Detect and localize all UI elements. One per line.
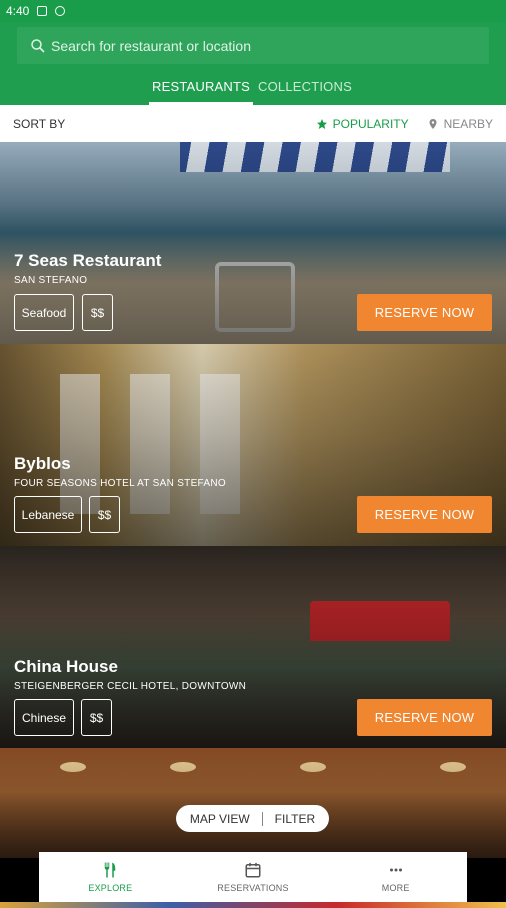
restaurant-card[interactable]: Byblos FOUR SEASONS HOTEL AT SAN STEFANO… <box>0 344 506 546</box>
reserve-now-button[interactable]: RESERVE NOW <box>357 294 492 331</box>
background-photo-strip <box>0 902 506 908</box>
nav-more[interactable]: MORE <box>324 852 467 902</box>
price-tag: $$ <box>89 496 120 533</box>
search-icon <box>31 38 45 53</box>
reserve-now-button[interactable]: RESERVE NOW <box>357 496 492 533</box>
sort-bar: SORT BY POPULARITY NEARBY <box>0 105 506 142</box>
nav-explore-label: EXPLORE <box>88 883 133 893</box>
search-input[interactable]: Search for restaurant or location <box>17 27 489 64</box>
cuisine-tag[interactable]: Lebanese <box>14 496 82 533</box>
shield-icon <box>55 6 66 16</box>
restaurant-name: 7 Seas Restaurant <box>14 251 162 270</box>
nav-explore[interactable]: EXPLORE <box>39 852 182 902</box>
search-placeholder: Search for restaurant or location <box>51 37 251 54</box>
nav-reservations-label: RESERVATIONS <box>217 883 289 893</box>
restaurant-name: Byblos <box>14 454 71 473</box>
price-tag: $$ <box>82 294 113 331</box>
sort-nearby-label: NEARBY <box>443 116 493 131</box>
reserve-now-button[interactable]: RESERVE NOW <box>357 699 492 736</box>
star-icon <box>316 118 327 129</box>
app-header: Search for restaurant or location RESTAU… <box>0 22 506 105</box>
map-filter-pill: MAP VIEW FILTER <box>176 805 329 832</box>
notification-a-icon <box>37 6 48 16</box>
status-bar: 4:40 <box>0 0 506 22</box>
price-tag: $$ <box>81 699 112 736</box>
tab-bar: RESTAURANTS COLLECTIONS <box>0 67 506 105</box>
tab-restaurants[interactable]: RESTAURANTS <box>149 67 253 105</box>
cuisine-tag[interactable]: Seafood <box>14 294 74 331</box>
photo-overlay <box>0 748 506 858</box>
sort-label: SORT BY <box>13 116 66 131</box>
sort-popularity-label: POPULARITY <box>332 116 409 131</box>
bottom-navigation: EXPLORE RESERVATIONS MORE <box>39 852 467 902</box>
calendar-icon <box>245 862 261 878</box>
restaurant-card[interactable]: China House STEIGENBERGER CECIL HOTEL, D… <box>0 546 506 748</box>
map-view-button[interactable]: MAP VIEW <box>190 812 250 826</box>
cuisine-tag[interactable]: Chinese <box>14 699 74 736</box>
filter-button[interactable]: FILTER <box>275 812 315 826</box>
nav-reservations[interactable]: RESERVATIONS <box>182 852 325 902</box>
status-time: 4:40 <box>6 4 30 18</box>
restaurant-name: China House <box>14 657 118 676</box>
restaurant-location: STEIGENBERGER CECIL HOTEL, DOWNTOWN <box>14 681 247 692</box>
nav-more-label: MORE <box>381 883 410 893</box>
location-pin-icon <box>429 118 437 129</box>
restaurant-list: 7 Seas Restaurant SAN STEFANO Seafood $$… <box>0 142 506 858</box>
more-dots-icon <box>389 868 402 872</box>
sort-nearby[interactable]: NEARBY <box>427 117 493 131</box>
restaurant-location: SAN STEFANO <box>14 275 88 286</box>
restaurant-card[interactable] <box>0 748 506 858</box>
pill-divider <box>261 811 263 826</box>
restaurant-location: FOUR SEASONS HOTEL AT SAN STEFANO <box>14 478 226 489</box>
fork-knife-icon <box>105 862 116 878</box>
tab-collections[interactable]: COLLECTIONS <box>256 67 354 105</box>
restaurant-card[interactable]: 7 Seas Restaurant SAN STEFANO Seafood $$… <box>0 142 506 344</box>
sort-popularity[interactable]: POPULARITY <box>316 117 409 131</box>
